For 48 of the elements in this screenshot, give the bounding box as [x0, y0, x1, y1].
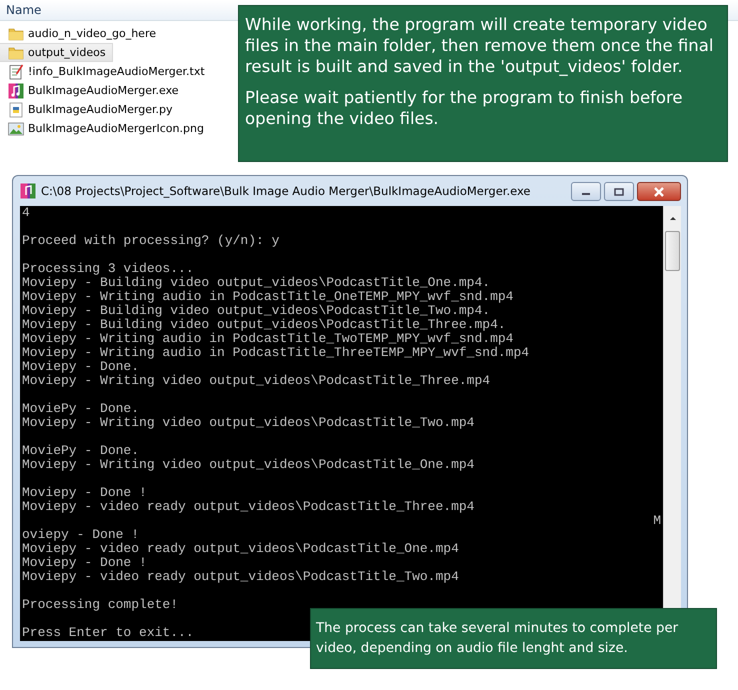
console-line: Proceed with processing? (y/n): y	[22, 233, 280, 248]
console-line: Moviepy - Writing audio in PodcastTitle_TwoTEMP_MPY_wvf_snd.mp4	[22, 331, 514, 346]
python-file-icon	[8, 102, 24, 118]
scroll-up-icon[interactable]	[668, 214, 678, 222]
console-line: Press Enter to exit...	[22, 625, 194, 640]
console-line: Moviepy - Writing audio in PodcastTitle_OneTEMP_MPY_wvf_snd.mp4	[22, 289, 514, 304]
maximize-button[interactable]	[604, 182, 634, 201]
file-item[interactable]: audio_n_video_go_here	[0, 24, 162, 43]
file-item[interactable]: !info_BulkImageAudioMerger.txt	[0, 62, 211, 81]
console-line: Processing complete!	[22, 597, 178, 612]
scroll-thumb[interactable]	[665, 231, 680, 271]
console-line: Moviepy - Writing audio in PodcastTitle_ThreeTEMP_MPY_wvf_snd.mp4	[22, 345, 530, 360]
note-text: Please wait patiently for the program to finish before opening the video files.	[245, 87, 684, 129]
console-line: Moviepy - video ready output_videos\PodcastTitle_One.mp4	[22, 541, 459, 556]
console-line: oviepy - Done !	[22, 527, 140, 542]
console-line: Moviepy - Done.	[22, 359, 140, 374]
app-icon	[8, 82, 24, 98]
console-line: Moviepy - video ready output_videos\PodcastTitle_Two.mp4	[22, 569, 459, 584]
note-text: While working, the program will create temporary video files in the main folder, then remove them once the final result is built and saved in the 'output_videos' folder.	[245, 14, 714, 77]
note-text: The process can take several minutes to complete per video, depending on audio file lenght and size.	[316, 620, 680, 658]
minimize-button[interactable]	[571, 182, 601, 201]
file-item[interactable]: output_videos	[0, 43, 113, 62]
console-line: Moviepy - Writing video output_videos\PodcastTitle_One.mp4	[22, 457, 474, 472]
console-line: Processing 3 videos...	[22, 261, 194, 276]
window-title: C:\08 Projects\Project_Software\Bulk Image Audio Merger\BulkImageAudioMerger.exe	[41, 184, 532, 198]
console-line: Moviepy - Writing video output_videos\PodcastTitle_Two.mp4	[22, 415, 474, 430]
file-item[interactable]: BulkImageAudioMerger.exe	[0, 81, 185, 100]
file-item[interactable]: BulkImageAudioMergerIcon.png	[0, 119, 210, 138]
console-line: Moviepy - Done !	[22, 485, 147, 500]
close-icon	[653, 186, 665, 196]
app-icon	[20, 183, 36, 199]
console-line: 4	[22, 206, 30, 220]
console-line: Moviepy - Building video output_videos\PodcastTitle_Three.mp4.	[22, 317, 506, 332]
console-line: MoviePy - Done.	[22, 443, 140, 458]
close-button[interactable]	[637, 182, 681, 201]
folder-icon	[8, 44, 24, 60]
console-line: Moviepy - Building video output_videos\PodcastTitle_One.mp4.	[22, 275, 490, 290]
notepad-icon	[8, 64, 24, 80]
folder-icon	[8, 26, 24, 42]
file-item[interactable]: BulkImageAudioMerger.py	[0, 100, 178, 119]
console-line: Moviepy - Done !	[22, 555, 147, 570]
console-line: MoviePy - Done.	[22, 401, 140, 416]
image-file-icon	[8, 120, 24, 136]
console-line: Moviepy - Building video output_videos\PodcastTitle_Two.mp4.	[22, 303, 490, 318]
maximize-icon	[614, 188, 624, 196]
console-line: Moviepy - Writing video output_videos\PodcastTitle_Three.mp4	[22, 373, 490, 388]
console-line: M	[653, 513, 661, 528]
console-line: Moviepy - video ready output_videos\PodcastTitle_Three.mp4	[22, 499, 474, 514]
